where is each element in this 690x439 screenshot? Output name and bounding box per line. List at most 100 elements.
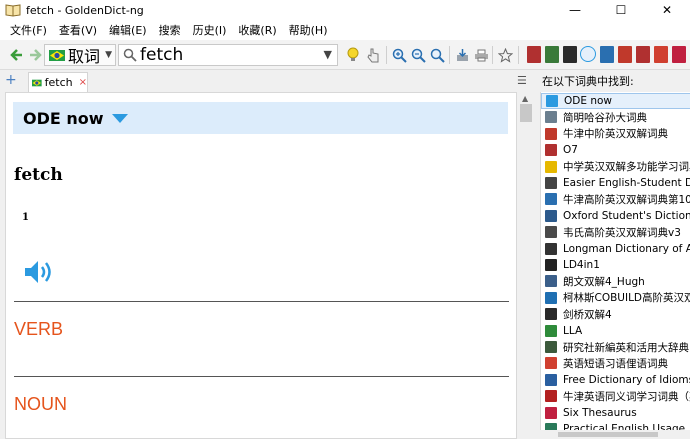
dictionary-icon — [545, 209, 557, 222]
brazil-flag-icon — [49, 49, 65, 61]
dictionary-name: 中学英汉双解多功能学习词典 — [563, 161, 690, 174]
search-box[interactable]: ▼ — [118, 44, 338, 66]
dictionary-icon — [545, 242, 557, 255]
dictionary-name: 牛津中阶英汉双解词典 — [563, 128, 668, 141]
menu-edit[interactable]: 编辑(E) — [103, 22, 153, 38]
print-icon[interactable] — [472, 46, 490, 64]
menu-help[interactable]: 帮助(H) — [283, 22, 334, 38]
dictionary-list-item[interactable]: 牛津英语同义词学习词典（英汉双解） — [541, 388, 690, 404]
dictionary-name: 牛津英语同义词学习词典（英汉双解） — [563, 390, 690, 403]
dictionary-list-item[interactable]: Six Thesaurus — [541, 405, 690, 421]
part-of-speech-noun: NOUN — [14, 394, 67, 414]
dictionary-icon — [545, 144, 557, 157]
menu-history[interactable]: 历史(I) — [187, 22, 233, 38]
dictionary-book-icon[interactable] — [563, 46, 577, 63]
dictionary-list-item[interactable]: Easier English-Student Dictionary — [541, 175, 690, 191]
menu-bar: 文件(F) 查看(V) 编辑(E) 搜索 历史(I) 收藏(R) 帮助(H) — [0, 20, 690, 40]
collapse-triangle-icon[interactable] — [111, 113, 128, 123]
dictionary-icon — [545, 127, 557, 140]
dictionary-book-icon[interactable] — [545, 46, 559, 63]
dictionary-name: Free Dictionary of Idioms 2 — [563, 373, 690, 386]
menu-search[interactable]: 搜索 — [153, 22, 187, 38]
dictionary-name: LD4in1 — [563, 259, 600, 271]
forward-arrow-icon[interactable] — [26, 46, 44, 64]
dictionary-list-item[interactable]: 剑桥双解4 — [541, 306, 690, 322]
ode-dictionary-icon[interactable] — [580, 46, 596, 62]
part-of-speech-verb: VERB — [14, 319, 64, 339]
title-bar: fetch - GoldenDict-ng — ☐ ✕ — [0, 0, 690, 20]
dictionary-list-item[interactable]: ODE now — [541, 93, 690, 109]
dictionary-list-item[interactable]: O7 — [541, 142, 690, 158]
dictionary-book-icon[interactable] — [600, 46, 614, 63]
back-arrow-icon[interactable] — [8, 46, 26, 64]
minimize-button[interactable]: — — [552, 0, 598, 20]
found-in-dictionaries-title: 在以下词典中找到: — [542, 75, 634, 88]
dictionary-name: 研究社新編英和活用大辞典 — [563, 341, 689, 354]
close-window-button[interactable]: ✕ — [644, 0, 690, 20]
menu-file[interactable]: 文件(F) — [4, 22, 53, 38]
dictionary-list-item[interactable]: 研究社新編英和活用大辞典 — [541, 339, 690, 355]
dictionary-list-item[interactable]: LLA — [541, 323, 690, 339]
dictionary-name: ODE now — [564, 95, 612, 107]
dictionary-book-icon[interactable] — [618, 46, 632, 63]
dictionary-header[interactable]: ODE now — [13, 102, 508, 134]
dictionary-name: ODE now — [23, 108, 104, 128]
dictionary-name: 剑桥双解4 — [563, 308, 612, 321]
dictionary-icon — [545, 324, 557, 337]
add-tab-icon[interactable]: + — [5, 72, 17, 88]
toolbar: 取词 ▼ ▼ — [0, 40, 690, 70]
scrollbar-thumb[interactable] — [558, 432, 658, 437]
article-view[interactable]: ODE now fetch 1 VERB NOUN — [5, 92, 517, 439]
dictionary-list-item[interactable]: 韦氏高阶英汉双解词典v3 — [541, 224, 690, 240]
scrollbar-thumb[interactable] — [520, 104, 532, 122]
dictionary-book-icon[interactable] — [636, 46, 650, 63]
dictionary-name: 韦氏高阶英汉双解词典v3 — [563, 226, 681, 239]
dictionary-name: Longman Dictionary of American English — [563, 242, 690, 255]
dictionary-list-item[interactable]: 英语短语习语俚语词典 — [541, 355, 690, 371]
search-history-dropdown-icon[interactable]: ▼ — [324, 48, 332, 61]
dictionary-book-icon[interactable] — [654, 46, 668, 63]
dictionary-icon — [545, 111, 557, 124]
dictionary-icon — [545, 390, 557, 403]
dictionary-icon — [545, 357, 557, 370]
article-scrollbar[interactable]: ▲ — [518, 92, 534, 439]
search-input[interactable] — [140, 45, 320, 65]
dictionary-name: Oxford Student's Dictionary — [563, 209, 690, 222]
favorite-star-icon[interactable] — [496, 46, 514, 64]
scroll-up-arrow-icon[interactable]: ▲ — [522, 94, 528, 103]
group-select[interactable]: 取词 ▼ — [44, 44, 116, 66]
speaker-icon[interactable] — [22, 257, 56, 287]
panel-menu-icon[interactable]: ☰ — [517, 74, 527, 87]
tab-label: fetch — [44, 76, 73, 89]
dictionary-list-item[interactable]: 中学英汉双解多功能学习词典 — [541, 159, 690, 175]
dictionary-list-item[interactable]: Longman Dictionary of American English — [541, 241, 690, 257]
save-article-icon[interactable] — [453, 46, 471, 64]
goldendict-app-icon — [5, 4, 21, 17]
dictionary-list-item[interactable]: 朗文双解4_Hugh — [541, 273, 690, 289]
hand-pointer-icon[interactable] — [364, 46, 382, 64]
dictionary-name: 英语短语习语俚语词典 — [563, 357, 668, 370]
close-tab-icon[interactable]: × — [79, 77, 87, 88]
menu-favorites[interactable]: 收藏(R) — [232, 22, 282, 38]
scan-popup-bulb-icon[interactable] — [344, 46, 362, 64]
dictionary-book-icon[interactable] — [527, 46, 541, 63]
chevron-down-icon: ▼ — [105, 50, 112, 60]
menu-view[interactable]: 查看(V) — [53, 22, 103, 38]
dictionary-list-item[interactable]: 牛津中阶英汉双解词典 — [541, 126, 690, 142]
zoom-out-icon[interactable] — [409, 46, 427, 64]
dictionary-list-hscrollbar[interactable] — [540, 430, 690, 439]
dictionary-list-item[interactable]: 柯林斯COBUILD高阶英汉双解学习词典 — [541, 290, 690, 306]
found-dictionaries-list: ODE now 简明哈谷孙大词典 牛津中阶英汉双解词典 O7 中学英汉双解多功能学习词典… — [540, 92, 690, 439]
search-icon — [123, 48, 137, 62]
dictionary-list-item[interactable]: LD4in1 — [541, 257, 690, 273]
dictionary-icon — [545, 275, 557, 288]
zoom-in-icon[interactable] — [390, 46, 408, 64]
zoom-reset-icon[interactable] — [428, 46, 446, 64]
dictionary-list-item[interactable]: 牛津高阶英汉双解词典第10版 — [541, 191, 690, 207]
dictionary-list-item[interactable]: Free Dictionary of Idioms 2 — [541, 372, 690, 388]
dictionary-list-item[interactable]: 简明哈谷孙大词典 — [541, 109, 690, 125]
dictionary-book-icon[interactable] — [672, 46, 686, 63]
maximize-button[interactable]: ☐ — [598, 0, 644, 20]
dictionary-list-item[interactable]: Oxford Student's Dictionary — [541, 208, 690, 224]
tab-fetch[interactable]: fetch × — [28, 72, 88, 92]
